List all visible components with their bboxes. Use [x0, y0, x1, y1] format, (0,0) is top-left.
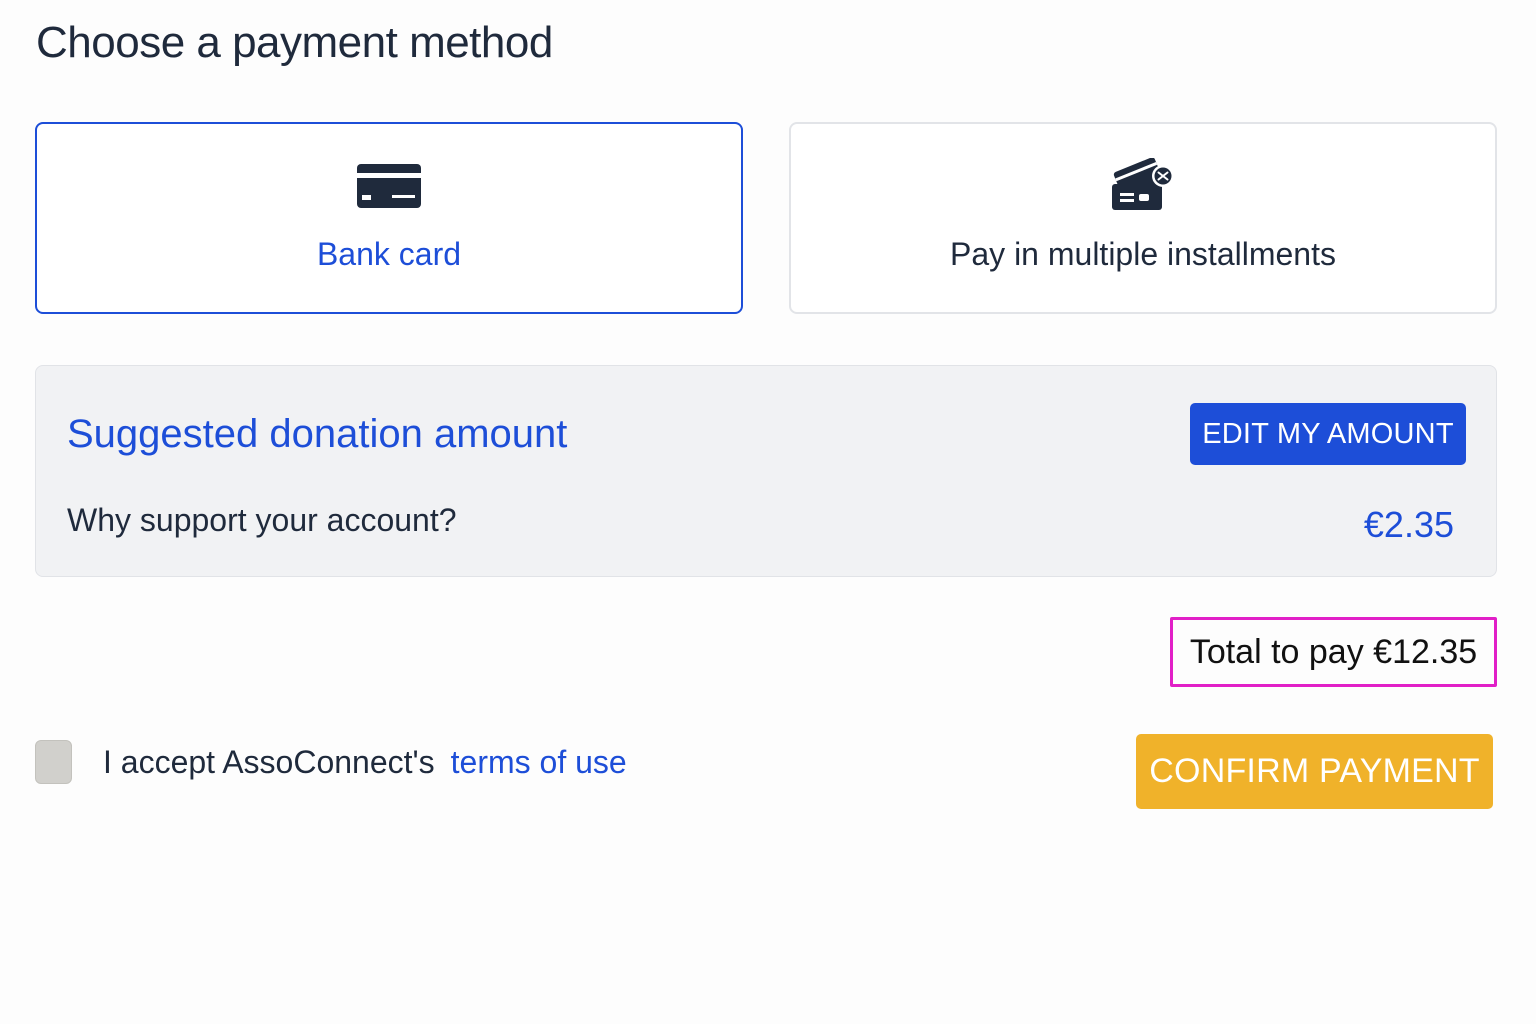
total-to-pay: Total to pay €12.35	[1170, 617, 1497, 687]
credit-card-icon	[356, 158, 422, 214]
payment-page: Choose a payment method Bank card Pay in…	[0, 0, 1536, 1024]
terms-checkbox[interactable]	[35, 740, 72, 784]
installment-cards-icon	[1109, 157, 1177, 214]
terms-row: I accept AssoConnect's terms of use	[35, 740, 627, 784]
edit-amount-button[interactable]: EDIT MY AMOUNT	[1190, 403, 1466, 465]
donation-question: Why support your account?	[67, 502, 457, 538]
payment-method-label: Pay in multiple installments	[950, 235, 1336, 272]
terms-text: I accept AssoConnect's	[103, 743, 435, 780]
donation-title: Suggested donation amount	[67, 412, 568, 456]
donation-amount: €2.35	[1363, 504, 1454, 545]
donation-panel: Suggested donation amount EDIT MY AMOUNT…	[35, 365, 1497, 577]
page-title: Choose a payment method	[36, 18, 553, 67]
payment-method-bank-card[interactable]: Bank card	[35, 122, 743, 314]
terms-of-use-link[interactable]: terms of use	[451, 744, 627, 781]
confirm-payment-button[interactable]: CONFIRM PAYMENT	[1136, 734, 1493, 809]
payment-method-label: Bank card	[316, 235, 462, 272]
payment-method-installments[interactable]: Pay in multiple installments	[789, 122, 1497, 314]
